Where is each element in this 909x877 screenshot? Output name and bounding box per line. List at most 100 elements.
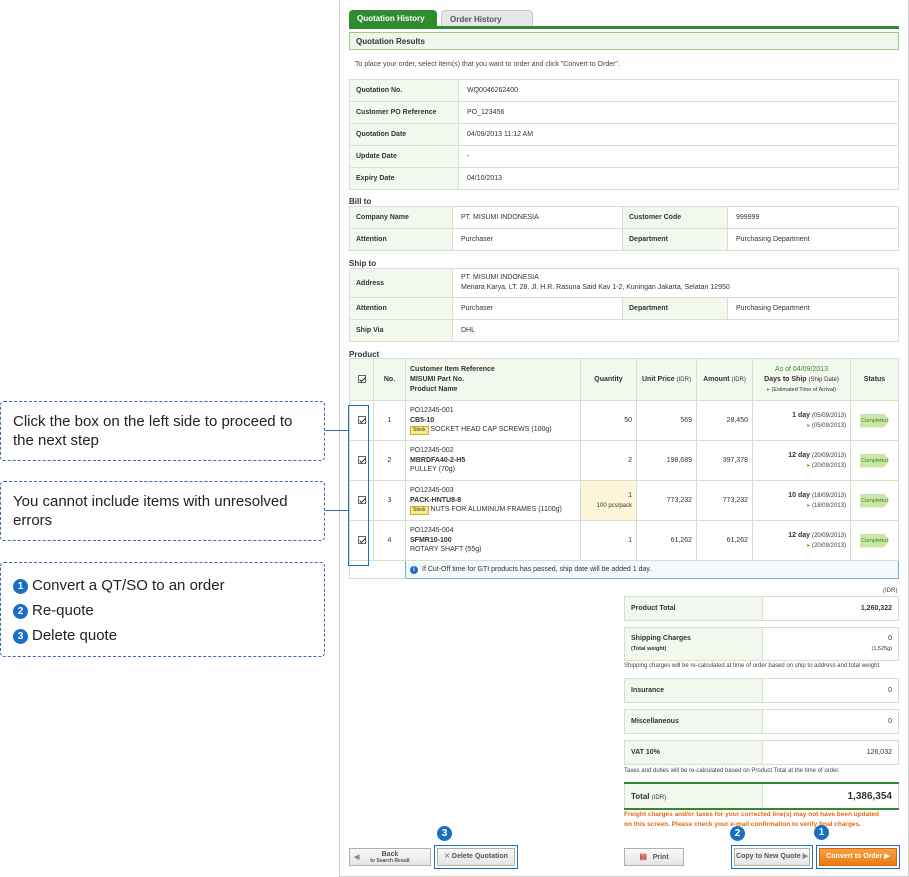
connector-line-1 <box>325 430 348 431</box>
col-unit-price: Unit Price (IDR) <box>636 358 697 401</box>
row-days: 12 day <box>788 531 811 539</box>
row-ref: PO12345-001 <box>410 407 454 414</box>
row-ship-date: (20/09/2013) <box>811 532 846 539</box>
row-no: 1 <box>373 400 406 441</box>
bill-to-table: Company Name PT. MISUMI INDONESIA Custom… <box>349 206 899 251</box>
row-eta: (05/09/2013) <box>811 422 846 429</box>
row-qty: 1 <box>628 491 632 499</box>
department-value: Purchasing Department <box>727 228 899 251</box>
product-total-table: Product Total 1,260,322 <box>624 596 899 621</box>
badge-3: 3 <box>437 826 452 841</box>
number-2-icon: 2 <box>13 603 28 619</box>
row-unit-price: 61,262 <box>636 520 697 561</box>
ship-to-table: Address PT. MISUMI INDONESIA Menara Karya… <box>349 268 899 342</box>
row-ref: PO12345-004 <box>410 527 454 535</box>
unit-price-currency: (IDR) <box>676 377 691 383</box>
back-button[interactable]: ◀ Back to Search Result <box>349 848 431 866</box>
bill-to-title: Bill to <box>349 197 372 206</box>
number-3-icon: 3 <box>13 628 28 644</box>
col-reference: Customer Item Reference MISUMI Part No. … <box>405 358 581 401</box>
select-all-cell <box>349 358 374 401</box>
row-part: PACK-HNTU8-8 <box>410 496 462 504</box>
misc-table: Miscellaneous 0 <box>624 709 899 734</box>
shipping-table: Shipping Charges (Total weight) 0 (1,525g) <box>624 627 899 661</box>
callout-item-1: Convert a QT/SO to an order <box>32 577 225 594</box>
status-badge: Completed <box>859 413 890 428</box>
vat-table: VAT 10% 126,032 <box>624 740 899 765</box>
freight-warning-line1: Freight charges and/or taxes for your co… <box>624 811 880 818</box>
total-table: Total (IDR) 1,386,354 <box>624 782 899 810</box>
row-ship-date: (18/09/2013) <box>811 492 846 499</box>
tab-order-history[interactable]: Order History <box>441 10 533 27</box>
product-total-label: Product Total <box>624 596 763 621</box>
callout-errors: You cannot include items with unresolved… <box>0 481 325 541</box>
address-line-1: PT. MISUMI INDONESIA <box>461 274 539 281</box>
ship-via-label: Ship Via <box>349 319 453 342</box>
back-arrow-icon: ◀ <box>354 854 360 861</box>
section-title: Quotation Results <box>349 32 899 50</box>
insurance-label: Insurance <box>624 678 763 703</box>
row-eta: (20/09/2013) <box>811 462 846 469</box>
ship-date-label: (Ship Date) <box>808 376 839 383</box>
department-label: Department <box>622 228 728 251</box>
row-product-name: SOCKET HEAD CAP SCREWS (100g) <box>430 426 552 433</box>
stock-badge: Stock <box>410 506 429 515</box>
row-no: 4 <box>373 520 406 561</box>
col-days-to-ship: As of 04/09/2013 Days to Ship (Ship Date… <box>752 358 851 401</box>
row-eta: (18/09/2013) <box>811 502 846 509</box>
shipping-value: 0 <box>888 635 892 642</box>
customer-code-value: 999999 <box>727 206 899 229</box>
row-amount: 28,450 <box>696 400 753 441</box>
table-row: 1 PO12345-001 CB5-10 Stock SOCKET HEAD CAP … <box>349 400 899 441</box>
total-value: 1,386,354 <box>762 782 899 810</box>
ship-attention-value: Purchaser <box>452 297 623 320</box>
quote-date-label: Quotation Date <box>349 123 459 146</box>
table-row: 4 PO12345-004 SFMR10-100 ROTARY SHAFT (55g… <box>349 520 899 561</box>
insurance-table: Insurance 0 <box>624 678 899 703</box>
table-row: 2 PO12345-002 MBRDFA40-2-H5 PULLEY (70g) 2… <box>349 440 899 481</box>
total-currency: (IDR) <box>651 794 667 801</box>
row-days: 12 day <box>788 451 811 459</box>
expiry-date-value: 04/10/2013 <box>458 167 899 190</box>
status-badge: Completed <box>859 533 890 548</box>
vat-value: 126,032 <box>762 740 899 765</box>
quote-no-value: WQ0046262400 <box>458 79 899 102</box>
callout-buttons: 1 Convert a QT/SO to an order 2 Re-quote 3… <box>0 562 325 657</box>
callout-item-3: Delete quote <box>32 627 118 644</box>
row-days: 1 day <box>792 411 811 419</box>
status-badge: Completed <box>859 453 890 468</box>
row-unit-price: 569 <box>636 400 697 441</box>
print-button[interactable]: ▤ Print <box>624 848 684 866</box>
status-badge: Completed <box>859 493 890 508</box>
tab-quotation-history[interactable]: Quotation History <box>349 10 437 27</box>
ship-department-value: Purchasing Department <box>727 297 899 320</box>
po-ref-label: Customer PO Reference <box>349 101 459 124</box>
connector-line-2 <box>325 510 348 511</box>
expiry-date-label: Expiry Date <box>349 167 459 190</box>
customer-code-label: Customer Code <box>622 206 728 229</box>
total-label: Total <box>631 791 650 801</box>
row-qty: 1 <box>580 520 637 561</box>
cutoff-note: If Cut-Off time for GTI products has pas… <box>422 565 652 573</box>
row-unit-price: 773,232 <box>636 480 697 521</box>
row-qty-note: 100 pcs/pack <box>596 502 632 509</box>
unit-price-label: Unit Price <box>642 376 675 383</box>
col-amount: Amount (IDR) <box>696 358 753 401</box>
company-label: Company Name <box>349 206 453 229</box>
insurance-value: 0 <box>762 678 899 703</box>
misc-label: Miscellaneous <box>624 709 763 734</box>
product-total-value: 1,260,322 <box>762 596 899 621</box>
copy-highlight <box>731 845 813 869</box>
select-all-checkbox[interactable] <box>357 374 366 383</box>
col-ref-line2: MISUMI Part No. <box>410 375 465 383</box>
col-no: No. <box>373 358 406 401</box>
vat-label: VAT 10% <box>624 740 763 765</box>
col-status: Status <box>850 358 899 401</box>
update-date-label: Update Date <box>349 145 459 168</box>
row-part: MBRDFA40-2-H5 <box>410 456 466 464</box>
update-date-value: - <box>458 145 899 168</box>
instruction-text: To place your order, select item(s) that… <box>355 61 620 68</box>
badge-2: 2 <box>730 826 745 841</box>
shipping-weight: (1,525g) <box>871 646 893 652</box>
tax-note: Taxes and duties will be re-calculated b… <box>624 768 840 774</box>
